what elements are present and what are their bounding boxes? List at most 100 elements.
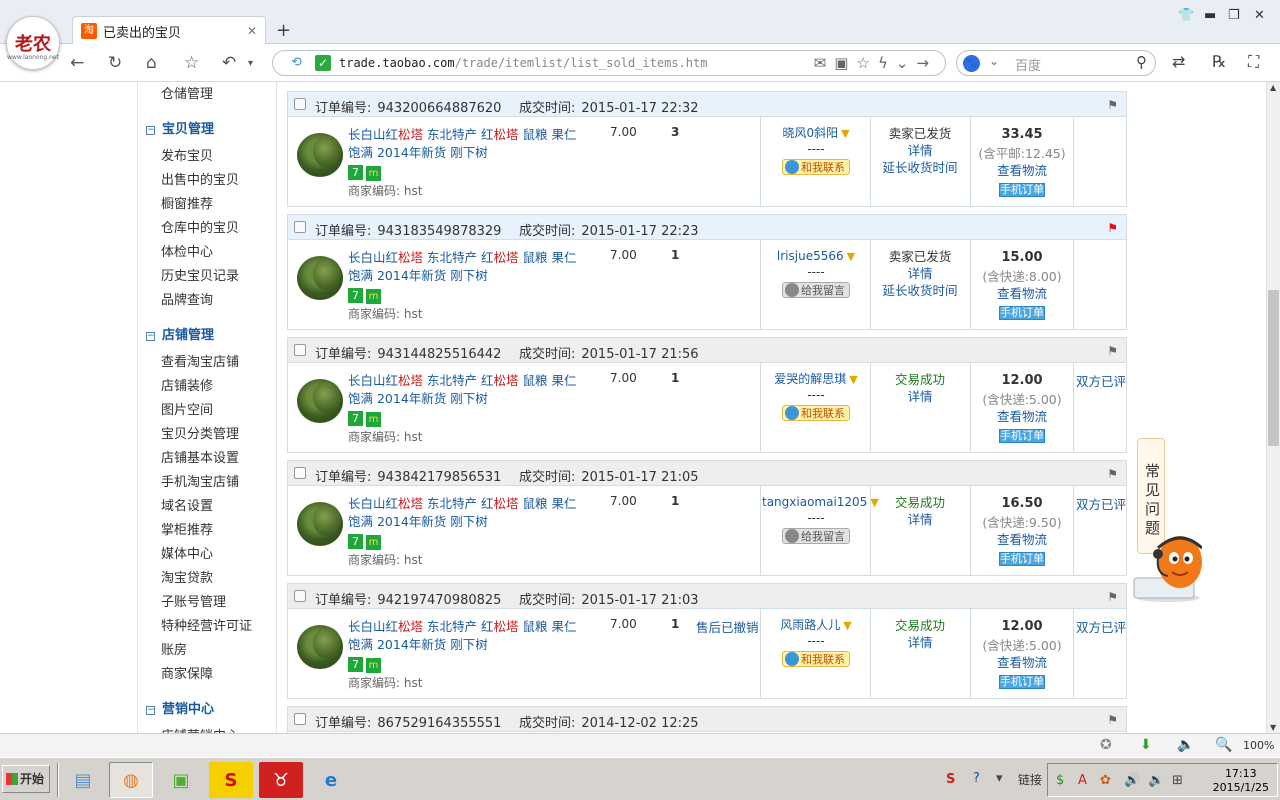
help-tray-icon[interactable]: ?	[973, 771, 980, 786]
skin-icon[interactable]: 👕	[1178, 8, 1194, 23]
flag-icon[interactable]: ⚑	[1107, 221, 1118, 235]
product-title-link[interactable]: 长白山红松塔 东北特产 红松塔 鼠粮 果仁饱满 2014年新货 刚下树	[348, 495, 578, 531]
browser-logo[interactable]: 老农 www.laonong.net	[6, 16, 60, 70]
fullscreen-icon[interactable]: ⛶	[1248, 52, 1259, 72]
sidebar-item[interactable]: 掌柜推荐	[161, 519, 213, 538]
flag-icon[interactable]: ⚑	[1107, 467, 1118, 481]
uc-browser-app-icon[interactable]: ◍	[109, 762, 153, 798]
sidebar-item[interactable]: 体检中心	[161, 241, 213, 260]
detail-link[interactable]: 详情	[872, 142, 968, 159]
speaker-icon[interactable]: 🔉	[1148, 773, 1164, 788]
download-icon[interactable]: ⬇	[1140, 737, 1152, 753]
clock[interactable]: 17:13 2015/1/25	[1213, 767, 1269, 795]
evaluation-status-link[interactable]: 双方已评	[1076, 371, 1126, 390]
collapse-icon[interactable]: −	[146, 332, 155, 341]
explorer-app-icon[interactable]: ▤	[61, 762, 105, 798]
product-thumbnail[interactable]	[297, 379, 343, 423]
url-text[interactable]: trade.taobao.com/trade/itemlist/list_sol…	[339, 56, 707, 70]
back-icon[interactable]: ←	[70, 53, 84, 73]
reader-icon[interactable]: ▣	[834, 54, 856, 72]
sidebar-item[interactable]: 宝贝分类管理	[161, 423, 239, 442]
close-window-icon[interactable]: ✕	[1254, 8, 1265, 23]
product-thumbnail[interactable]	[297, 256, 343, 300]
sidebar-section-title[interactable]: − 营销中心	[146, 698, 214, 717]
buyer-filter-icon[interactable]: ▼	[847, 250, 855, 263]
refresh-icon[interactable]: ↻	[108, 53, 122, 73]
product-title-link[interactable]: 长白山红松塔 东北特产 红松塔 鼠粮 果仁饱满 2014年新货 刚下树	[348, 372, 578, 408]
sidebar-item[interactable]: 出售中的宝贝	[161, 169, 239, 188]
buyer-name-link[interactable]: 晓风0斜阳	[782, 126, 838, 140]
zoom-icon[interactable]: 🔍	[1215, 737, 1232, 753]
product-title-link[interactable]: 长白山红松塔 东北特产 红松塔 鼠粮 果仁饱满 2014年新货 刚下树	[348, 249, 578, 285]
sidebar-section-title[interactable]: − 店铺管理	[146, 324, 214, 343]
buyer-name-link[interactable]: tangxiaomai1205	[762, 495, 867, 509]
sidebar-item[interactable]: 发布宝贝	[161, 145, 213, 164]
mobile-order-badge[interactable]: 手机订单	[999, 306, 1045, 320]
detail-link[interactable]: 详情	[872, 388, 968, 405]
buyer-filter-icon[interactable]: ▼	[841, 127, 849, 140]
address-dropdown-icon[interactable]: ⌄	[896, 54, 917, 72]
detail-link[interactable]: 详情	[872, 634, 968, 651]
view-logistics-link[interactable]: 查看物流	[972, 163, 1072, 179]
collapse-icon[interactable]: −	[146, 706, 155, 715]
scroll-up-icon[interactable]: ▲	[1270, 83, 1276, 92]
contact-me-button[interactable]: 和我联系	[782, 651, 850, 667]
buyer-name-link[interactable]: 风雨路人儿	[780, 618, 840, 632]
mobile-tag-icon[interactable]: m	[366, 535, 381, 550]
search-box[interactable]: 🐾 ⌄ 百度 ⚲	[956, 50, 1156, 76]
sidebar-item[interactable]: 域名设置	[161, 495, 213, 514]
view-logistics-link[interactable]: 查看物流	[972, 286, 1072, 302]
ie-app-icon[interactable]: e	[309, 762, 353, 798]
search-engine-dropdown-icon[interactable]: ⌄	[989, 54, 999, 68]
flag-icon[interactable]: ⚑	[1107, 344, 1118, 358]
seven-day-return-icon[interactable]: 7	[348, 165, 363, 180]
tray-volume-icon[interactable]: 🔊	[1124, 773, 1140, 788]
cow-app-icon[interactable]: ♉	[259, 762, 303, 798]
flag-icon[interactable]: ⚑	[1107, 98, 1118, 112]
buyer-filter-icon[interactable]: ▼	[843, 619, 851, 632]
home-icon[interactable]: ⌂	[146, 53, 157, 73]
sidebar-item[interactable]: 媒体中心	[161, 543, 213, 562]
scroll-down-icon[interactable]: ▼	[1270, 723, 1276, 732]
address-bar[interactable]: ⟲ ✓ trade.taobao.com/trade/itemlist/list…	[272, 50, 946, 76]
view-logistics-link[interactable]: 查看物流	[972, 655, 1072, 671]
site-info-icon[interactable]: ⟲	[291, 55, 302, 70]
mobile-order-badge[interactable]: 手机订单	[999, 429, 1045, 443]
sidebar-item[interactable]: 店铺营销中心	[161, 725, 239, 733]
product-thumbnail[interactable]	[297, 133, 343, 177]
mobile-tag-icon[interactable]: m	[366, 166, 381, 181]
leave-message-button[interactable]: 给我留言	[782, 282, 850, 298]
favorite-icon[interactable]: ✪	[1100, 737, 1112, 753]
order-checkbox[interactable]	[294, 98, 306, 110]
product-title-link[interactable]: 长白山红松塔 东北特产 红松塔 鼠粮 果仁饱满 2014年新货 刚下树	[348, 618, 578, 654]
order-checkbox[interactable]	[294, 344, 306, 356]
sogou-icon[interactable]: S	[946, 772, 955, 787]
sidebar-item[interactable]: 仓库中的宝贝	[161, 217, 239, 236]
product-thumbnail[interactable]	[297, 502, 343, 546]
mobile-tag-icon[interactable]: m	[366, 658, 381, 673]
restore-icon[interactable]: ❐	[1228, 8, 1240, 23]
buyer-name-link[interactable]: 爱哭的解思琪	[774, 372, 846, 386]
zoom-level[interactable]: 100%	[1243, 739, 1274, 752]
seven-day-return-icon[interactable]: 7	[348, 288, 363, 303]
close-tab-icon[interactable]: ✕	[247, 24, 257, 38]
evaluation-status-link[interactable]: 双方已评	[1076, 494, 1126, 513]
network-icon[interactable]: ⊞	[1172, 773, 1183, 788]
order-checkbox[interactable]	[294, 590, 306, 602]
sidebar-item[interactable]: 历史宝贝记录	[161, 265, 239, 284]
sidebar-item[interactable]: 图片空间	[161, 399, 213, 418]
leave-message-button[interactable]: 给我留言	[782, 528, 850, 544]
history-icon[interactable]: ↶	[222, 53, 236, 73]
new-tab-icon[interactable]: +	[276, 20, 291, 41]
collapse-icon[interactable]: −	[146, 126, 155, 135]
tray-app-icon[interactable]: $	[1056, 773, 1064, 788]
start-button[interactable]: 开始	[2, 765, 50, 793]
sidebar-item[interactable]: 店铺基本设置	[161, 447, 239, 466]
links-label[interactable]: 链接	[1018, 771, 1042, 788]
search-input[interactable]: 百度	[1015, 55, 1041, 74]
sidebar-item[interactable]: 橱窗推荐	[161, 193, 213, 212]
contact-me-button[interactable]: 和我联系	[782, 405, 850, 421]
product-thumbnail[interactable]	[297, 625, 343, 669]
history-dropdown-icon[interactable]: ▾	[248, 58, 253, 69]
sync-icon[interactable]: ⇄	[1172, 52, 1185, 71]
